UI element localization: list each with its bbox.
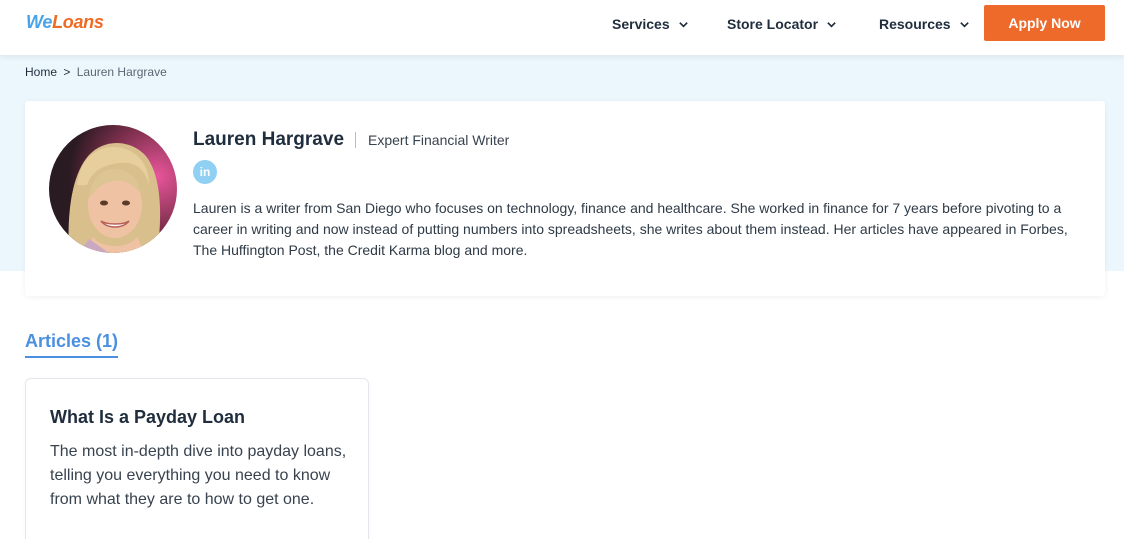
breadcrumb-current: Lauren Hargrave [76, 65, 167, 79]
breadcrumb-home-link[interactable]: Home [25, 65, 57, 79]
author-avatar [49, 125, 177, 253]
nav-resources-label: Resources [879, 16, 951, 32]
breadcrumb-separator: > [63, 65, 71, 79]
author-name: Lauren Hargrave [193, 129, 345, 150]
apply-now-button[interactable]: Apply Now [984, 5, 1105, 41]
author-photo [49, 125, 177, 253]
site-header: WeLoans Services Store Locator Resources… [0, 0, 1124, 55]
articles-tab[interactable]: Articles (1) [25, 331, 119, 358]
nav-services[interactable]: Services [612, 14, 689, 34]
author-role: Expert Financial Writer [368, 132, 510, 148]
nav-store-locator-label: Store Locator [727, 16, 819, 32]
nav-services-label: Services [612, 16, 670, 32]
article-card[interactable]: What Is a Payday Loan The most in-depth … [25, 378, 369, 539]
nav-store-locator[interactable]: Store Locator [727, 14, 837, 34]
nav-resources[interactable]: Resources [879, 14, 970, 34]
chevron-down-icon [827, 21, 836, 28]
breadcrumb: Home > Lauren Hargrave [25, 65, 167, 79]
weloans-logo[interactable]: WeLoans [26, 12, 104, 33]
chevron-down-icon [678, 21, 688, 28]
author-profile-card: Lauren Hargrave Expert Financial Writer … [25, 101, 1105, 296]
article-description: The most in-depth dive into payday loans… [50, 443, 347, 508]
author-bio: Lauren is a writer from San Diego who fo… [193, 200, 1068, 258]
chevron-down-icon [959, 21, 969, 28]
article-title[interactable]: What Is a Payday Loan [50, 407, 245, 428]
name-divider [355, 132, 356, 148]
linkedin-icon[interactable]: in [193, 160, 217, 184]
